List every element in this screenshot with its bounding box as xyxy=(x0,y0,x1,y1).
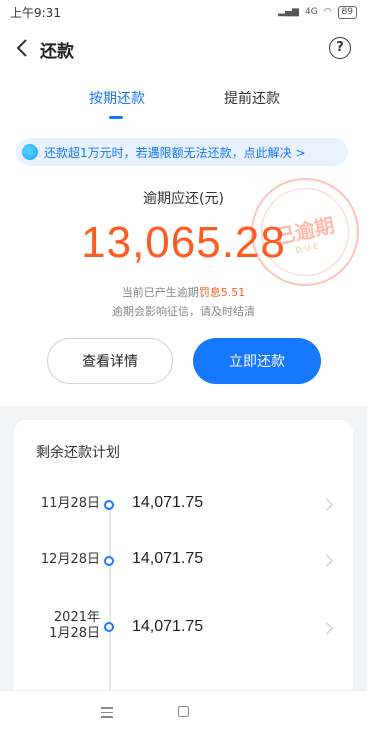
battery-icon: 89 xyxy=(337,5,357,19)
chevron-right-icon xyxy=(320,622,333,635)
plan-title: 剩余还款计划 xyxy=(36,445,120,461)
chevron-right-icon xyxy=(320,498,333,511)
overdue-amount: 13,065.28 xyxy=(81,218,286,267)
plan-amount: 14,071.75 xyxy=(132,550,204,567)
tab-bar: 按期还款 提前还款 xyxy=(0,72,367,122)
overdue-card: 还款超1万元时，若遇限额无法还款，点此解决 > 已逾期 DUE 逾期应还(元) … xyxy=(0,122,367,406)
plan-row[interactable]: 11月28日 14,071.75 xyxy=(14,488,353,528)
overdue-label: 逾期应还(元) xyxy=(143,191,224,207)
tab-scheduled-repay[interactable]: 按期还款 xyxy=(89,88,145,108)
network-label: 4G xyxy=(304,7,318,17)
timeline-node xyxy=(104,556,114,566)
limit-notice-banner[interactable]: 还款超1万元时，若遇限额无法还款，点此解决 > xyxy=(16,138,348,166)
page-title: 还款 xyxy=(40,42,74,62)
plan-amount: 14,071.75 xyxy=(132,494,204,511)
notice-text: 还款超1万元时，若遇限额无法还款，点此解决 > xyxy=(44,145,306,160)
plan-date-year: 2021年 xyxy=(53,610,100,625)
repayment-plan-card: 剩余还款计划 11月28日 14,071.75 12月28日 14,071.75… xyxy=(14,420,353,700)
wifi-icon: ◠ xyxy=(323,7,332,17)
penalty-text: 当前已产生逾期罚息5.51 xyxy=(0,284,367,300)
back-arrow-icon[interactable] xyxy=(10,36,34,60)
penalty-label: 罚息 xyxy=(198,286,221,299)
help-icon[interactable]: ? xyxy=(329,37,351,59)
timeline-node xyxy=(104,622,114,632)
plan-amount: 14,071.75 xyxy=(132,618,204,635)
penalty-value: 5.51 xyxy=(220,286,246,299)
chevron-right-icon xyxy=(320,554,333,567)
status-time: 上午9:31 xyxy=(10,5,61,20)
nav-menu-icon[interactable] xyxy=(101,707,113,721)
plan-date: 11月28日 xyxy=(40,496,100,511)
status-icons: ▂▄▆ 4G ◠ 89 xyxy=(278,5,357,19)
plan-date: 1月28日 xyxy=(49,626,100,641)
system-nav-bar xyxy=(0,690,367,734)
notice-icon xyxy=(22,144,38,160)
timeline-node xyxy=(104,500,114,510)
penalty-prefix: 当前已产生逾期 xyxy=(121,286,199,299)
tab-early-repay[interactable]: 提前还款 xyxy=(224,88,280,108)
plan-row[interactable]: 12月28日 14,071.75 xyxy=(14,544,353,584)
credit-warning: 逾期会影响征信，请及时结清 xyxy=(112,305,255,318)
repay-now-button[interactable]: 立即还款 xyxy=(193,338,321,384)
plan-row[interactable]: 2021年 1月28日 14,071.75 xyxy=(14,602,353,642)
title-bar: 还款 ? xyxy=(0,24,367,72)
status-bar: 上午9:31 ▂▄▆ 4G ◠ 89 xyxy=(0,0,367,24)
nav-home-icon[interactable] xyxy=(178,706,189,717)
plan-date: 12月28日 xyxy=(40,552,100,567)
view-details-button[interactable]: 查看详情 xyxy=(47,338,173,384)
signal-icon: ▂▄▆ xyxy=(278,7,299,17)
active-tab-indicator xyxy=(109,116,123,119)
